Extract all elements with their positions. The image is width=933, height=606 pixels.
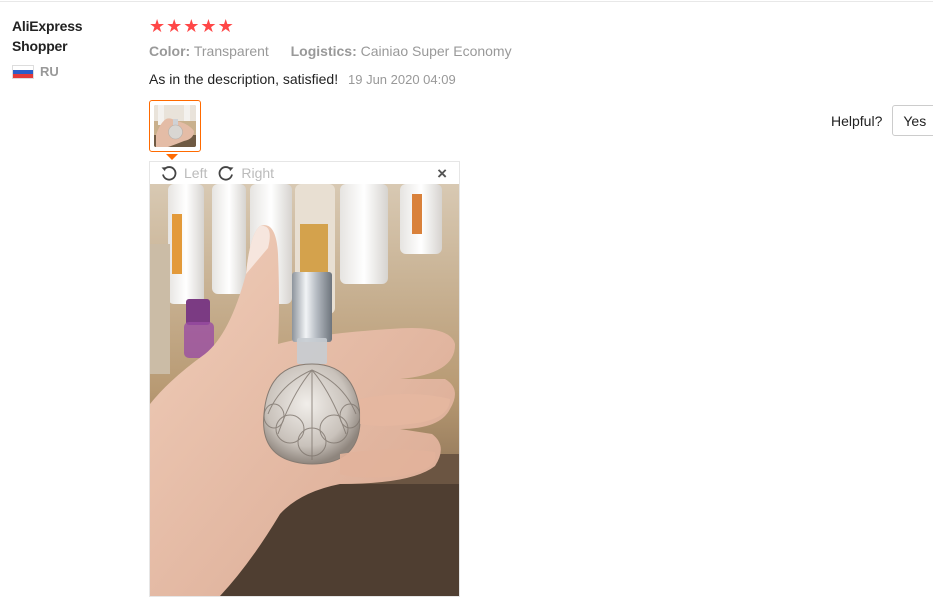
reviewer-name-line2: Shopper (12, 38, 68, 54)
star-icon: ★ (166, 16, 183, 36)
review-photo-thumbnail[interactable] (149, 100, 201, 152)
star-rating: ★ ★ ★ ★ ★ (149, 16, 512, 36)
rotate-right-button[interactable]: Right (217, 164, 274, 182)
reviewer-info: AliExpress Shopper RU (12, 16, 132, 79)
color-label: Color: (149, 43, 191, 59)
star-icon: ★ (217, 16, 234, 36)
star-icon: ★ (183, 16, 200, 36)
rotate-left-label: Left (184, 165, 208, 181)
star-icon: ★ (149, 16, 166, 36)
review-date: 19 Jun 2020 04:09 (348, 72, 456, 87)
helpful-yes-button[interactable]: Yes (892, 105, 933, 136)
helpful-label: Helpful? (831, 112, 883, 129)
logistics-label: Logistics: (290, 43, 357, 59)
russia-flag-icon (12, 64, 34, 79)
close-icon[interactable]: × (437, 164, 447, 184)
rotate-left-icon (160, 164, 178, 182)
helpful-section: Helpful? Yes (831, 105, 933, 136)
rotate-right-label: Right (241, 165, 275, 181)
review-attributes: Color: Transparent Logistics: Cainiao Su… (149, 41, 512, 61)
rotate-left-button[interactable]: Left (160, 164, 207, 182)
reviewer-country: RU (12, 64, 132, 79)
reviewer-name-line1: AliExpress (12, 18, 83, 34)
star-icon: ★ (200, 16, 217, 36)
color-value: Transparent (193, 43, 269, 59)
review-text: As in the description, satisfied! (149, 71, 339, 87)
thumbnail-image (154, 105, 196, 147)
country-code: RU (40, 64, 59, 79)
image-viewer: Left Right × (149, 161, 460, 597)
review-photo-large (150, 184, 459, 596)
review-body: ★ ★ ★ ★ ★ Color: Transparent Logistics: Cain… (149, 16, 512, 90)
thumbnail-selected-caret (166, 154, 178, 160)
rotate-right-icon (217, 164, 235, 182)
viewer-toolbar: Left Right × (150, 162, 459, 184)
logistics-value: Cainiao Super Economy (360, 43, 512, 59)
review-text-row: As in the description, satisfied! 19 Jun… (149, 69, 512, 90)
top-divider (0, 1, 933, 2)
